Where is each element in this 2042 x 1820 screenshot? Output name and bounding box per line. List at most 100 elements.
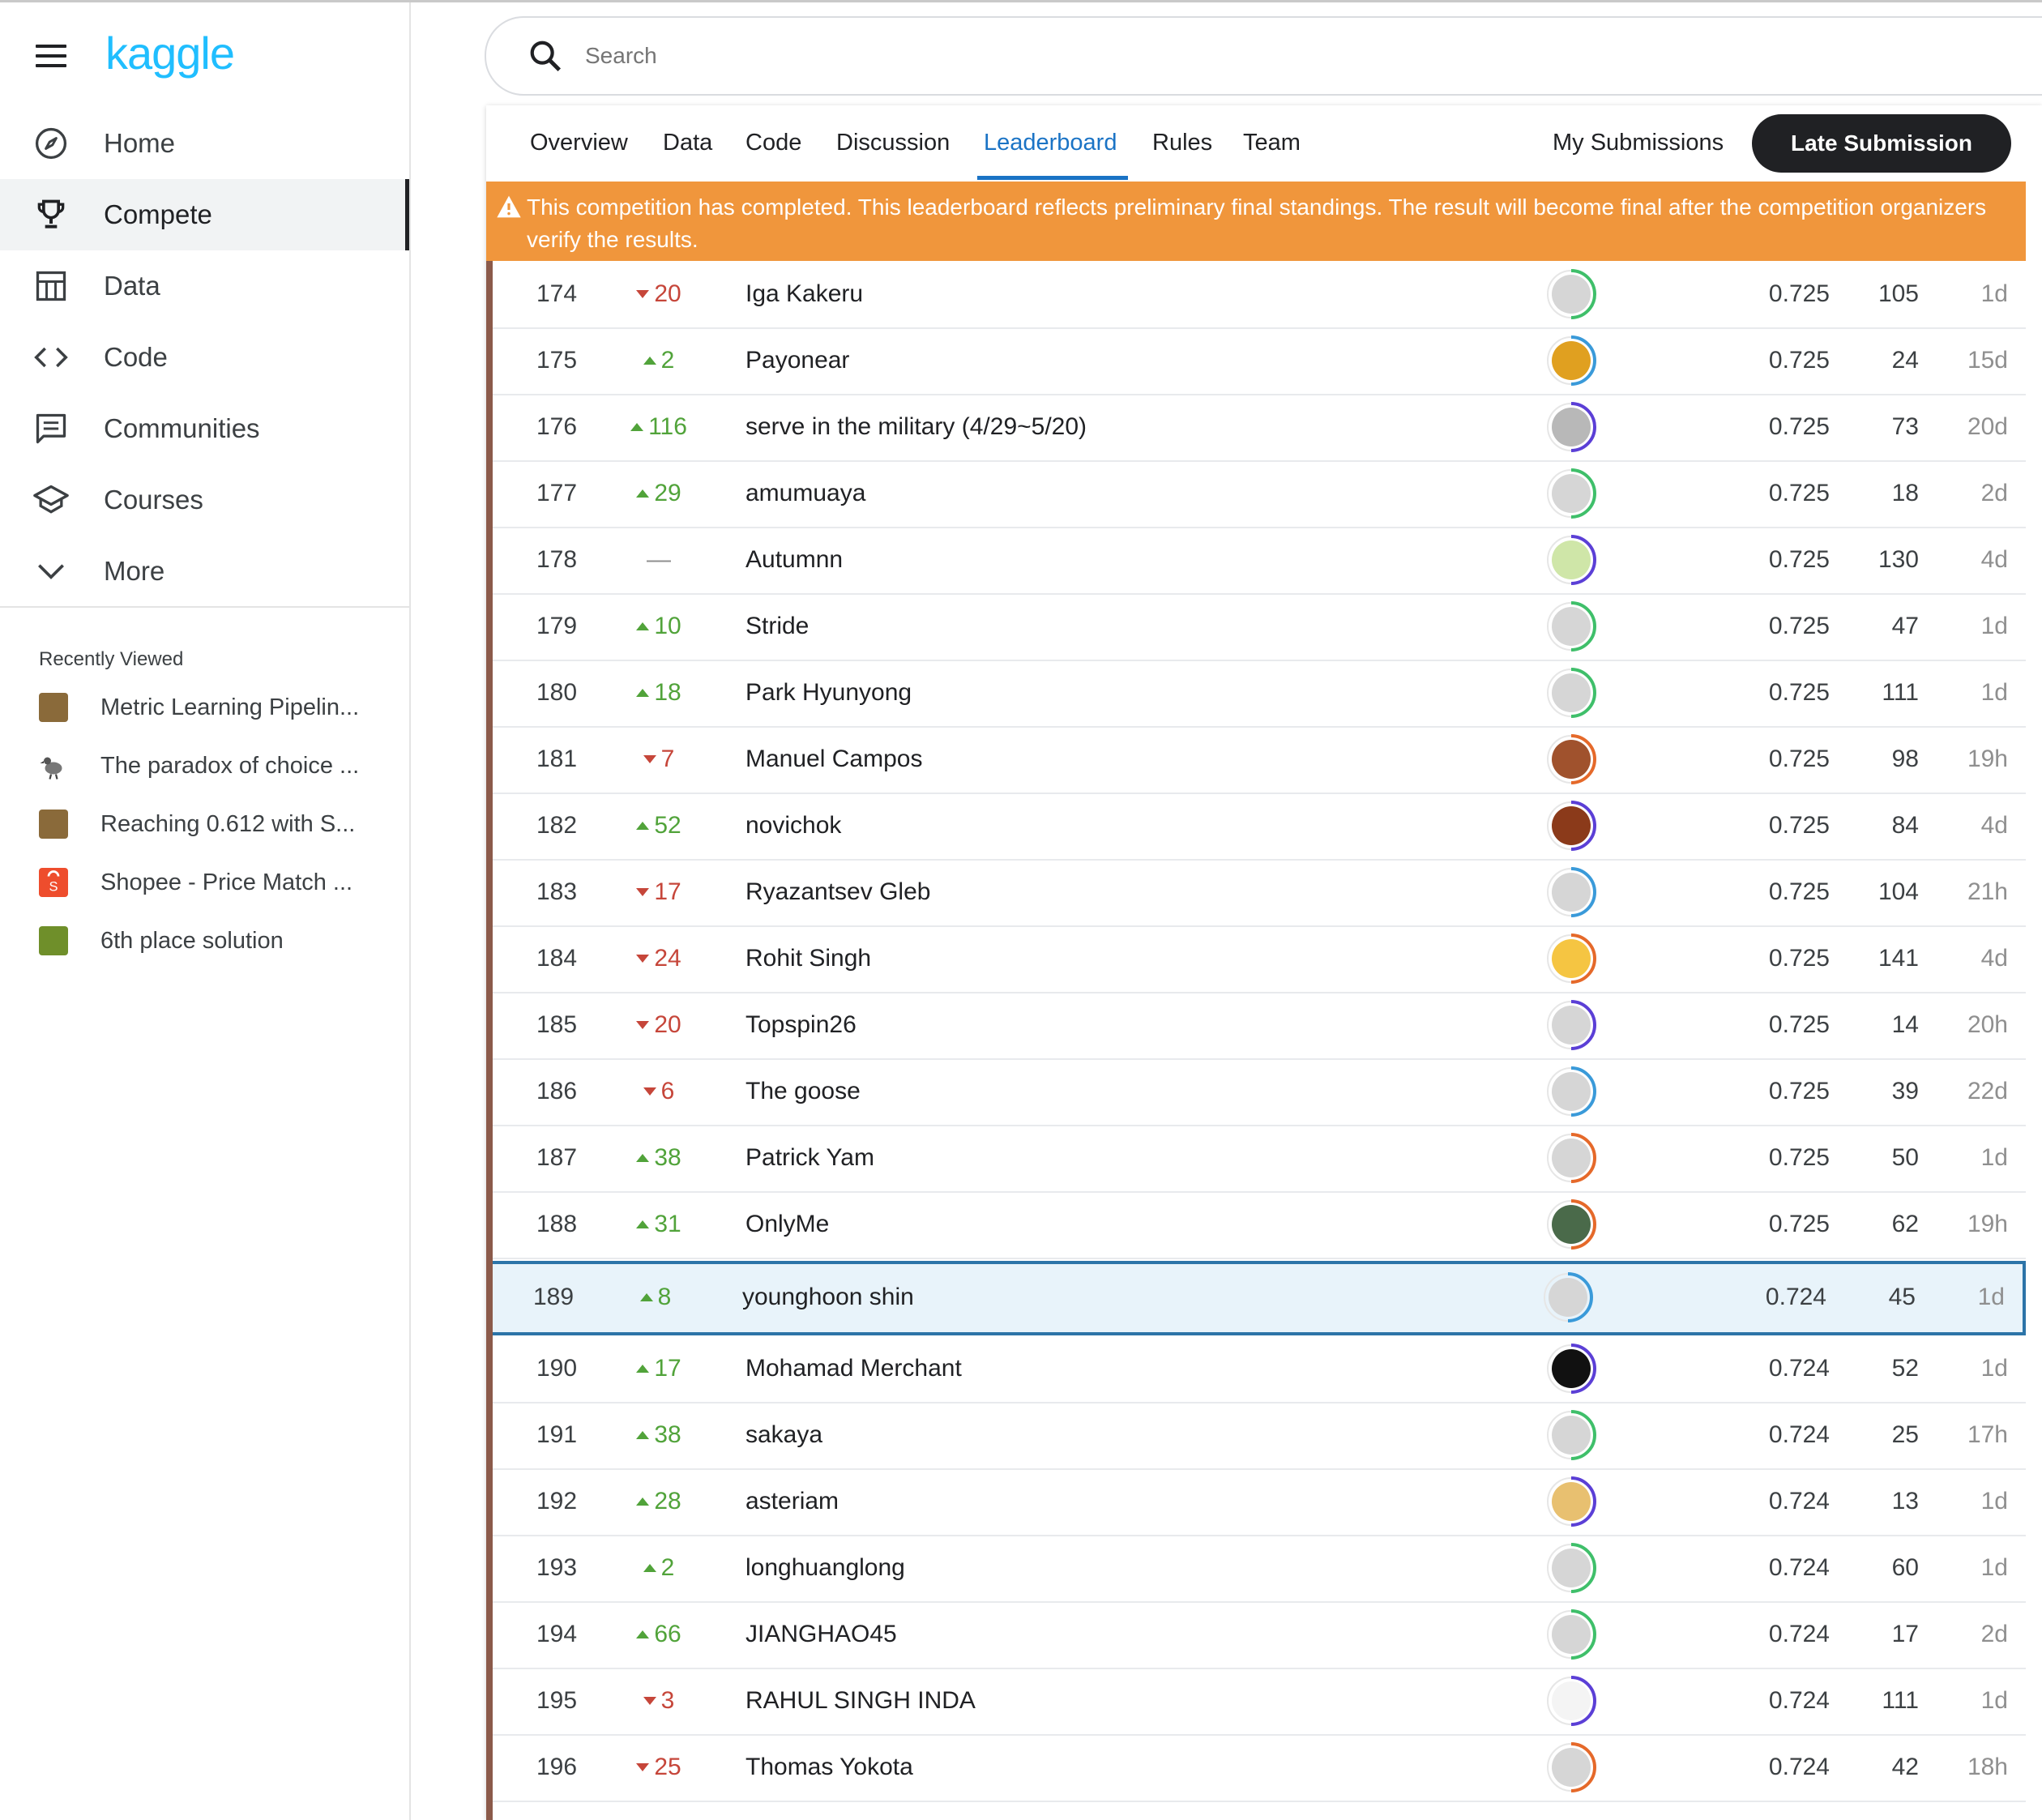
sidebar-item-compete[interactable]: Compete [0,179,409,250]
team-name-cell[interactable]: younghoon shin [742,1264,1472,1331]
sidebar-item-courses[interactable]: Courses [0,464,409,536]
avatar-icon[interactable] [1545,1609,1597,1660]
tab-code[interactable]: Code [745,130,801,156]
avatar-icon[interactable] [1545,268,1597,320]
avatar-icon[interactable] [1545,800,1597,852]
table-row[interactable]: 176 116 serve in the military (4/29~5/20) 0… [493,394,2026,462]
recent-item[interactable]: The paradox of choice ... [0,741,409,790]
table-row[interactable]: 186 6 The goose 0.725 39 22d [493,1058,2026,1126]
table-row[interactable]: 193 2 longhuanglong 0.724 60 1d [493,1535,2026,1603]
team-name-cell[interactable]: Autumnn [745,527,1475,593]
recent-item[interactable]: Reaching 0.612 with S... [0,800,409,848]
table-row[interactable]: 185 20 Topspin26 0.725 14 20h [493,992,2026,1060]
avatar-icon[interactable] [1545,468,1597,519]
recent-item[interactable]: S Shopee - Price Match ... [0,858,409,907]
avatar-icon[interactable] [1545,733,1597,785]
table-row[interactable]: 182 52 novichok 0.725 84 4d [493,793,2026,861]
table-row[interactable]: 179 10 Stride 0.725 47 1d [493,593,2026,661]
team-name-cell[interactable]: Thomas Yokota [745,1734,1475,1801]
team-name-cell[interactable]: RAHUL SINGH INDA [745,1668,1475,1734]
table-row[interactable]: 177 29 amumuaya 0.725 18 2d [493,460,2026,528]
team-name-cell[interactable]: Iga Kakeru [745,261,1475,327]
table-row[interactable]: 192 28 asteriam 0.724 13 1d [493,1468,2026,1536]
avatar-icon[interactable] [1542,1271,1594,1323]
team-name-cell[interactable]: Stride [745,593,1475,660]
table-row[interactable]: 181 7 Manuel Campos 0.725 98 19h [493,726,2026,794]
avatar-icon[interactable] [1545,335,1597,387]
kaggle-logo[interactable]: kaggle [105,27,235,79]
team-name-cell[interactable]: The goose [745,1058,1475,1125]
table-row[interactable]: 195 3 RAHUL SINGH INDA 0.724 111 1d [493,1668,2026,1736]
sidebar-item-data[interactable]: Data [0,250,409,322]
sidebar-item-home[interactable]: Home [0,108,409,179]
tab-data[interactable]: Data [663,130,712,156]
table-row[interactable]: 196 25 Thomas Yokota 0.724 42 18h [493,1734,2026,1802]
table-row[interactable]: 174 20 Iga Kakeru 0.725 105 1d [493,261,2026,329]
table-row[interactable]: 183 17 Ryazantsev Gleb 0.725 104 21h [493,859,2026,927]
sidebar-divider [0,606,409,608]
team-name-cell[interactable]: Mohamad Merchant [745,1335,1475,1402]
avatar-icon[interactable] [1545,667,1597,719]
avatar-icon[interactable] [1545,1198,1597,1250]
tab-discussion[interactable]: Discussion [836,130,950,156]
avatar-icon[interactable] [1545,1409,1597,1461]
last-submission-cell-text: 2d [1980,480,2008,506]
avatar-icon[interactable] [1545,933,1597,985]
team-member-cell [1543,1468,1600,1535]
recent-item[interactable]: Metric Learning Pipelin... [0,683,409,732]
table-row[interactable]: 191 38 sakaya 0.724 25 17h [493,1402,2026,1470]
avatar-icon[interactable] [1545,1343,1597,1395]
team-name-cell[interactable]: OnlyMe [745,1191,1475,1258]
search-input[interactable] [583,42,1316,70]
sidebar-item-more[interactable]: More [0,536,409,607]
team-name-cell[interactable]: novichok [745,793,1475,859]
table-row[interactable]: 188 31 OnlyMe 0.725 62 19h [493,1191,2026,1259]
team-member-cell [1543,1058,1600,1125]
avatar-icon[interactable] [1545,1132,1597,1184]
table-row[interactable]: 175 2 Payonear 0.725 24 15d [493,327,2026,395]
team-name-cell[interactable]: amumuaya [745,460,1475,527]
sidebar-item-code[interactable]: Code [0,322,409,393]
team-name-cell[interactable]: JIANGHAO45 [745,1601,1475,1668]
team-name-cell[interactable]: Rohit Singh [745,925,1475,992]
avatar-icon[interactable] [1545,600,1597,652]
team-name-cell[interactable]: Park Hyunyong [745,660,1475,726]
avatar-icon[interactable] [1545,1542,1597,1594]
rank-cell-text: 194 [536,1621,578,1647]
tab-team[interactable]: Team [1243,130,1301,156]
table-row[interactable]: 194 66 JIANGHAO45 0.724 17 2d [493,1601,2026,1669]
recent-item[interactable]: 6th place solution [0,916,409,965]
team-name-cell[interactable]: serve in the military (4/29~5/20) [745,394,1475,460]
team-name-cell[interactable]: Topspin26 [745,992,1475,1058]
my-submissions-link[interactable]: My Submissions [1553,130,1724,156]
team-name-cell[interactable]: Manuel Campos [745,726,1475,793]
avatar-icon[interactable] [1545,534,1597,586]
late-submission-button[interactable]: Late Submission [1752,114,2011,173]
avatar-icon[interactable] [1545,1675,1597,1727]
search-bar[interactable] [485,16,2042,96]
avatar-icon[interactable] [1545,1476,1597,1527]
table-row-current-user[interactable]: 189 8 younghoon shin 0.724 45 1d [486,1261,2026,1335]
table-row[interactable]: 187 38 Patrick Yam 0.725 50 1d [493,1125,2026,1193]
team-name-cell[interactable]: sakaya [745,1402,1475,1468]
rank-cell-text: 182 [536,812,578,839]
tab-rules[interactable]: Rules [1152,130,1212,156]
table-row[interactable]: 180 18 Park Hyunyong 0.725 111 1d [493,660,2026,728]
tab-overview[interactable]: Overview [530,130,628,156]
avatar-icon[interactable] [1545,1066,1597,1117]
team-name-cell[interactable]: longhuanglong [745,1535,1475,1601]
team-name-cell[interactable]: Patrick Yam [745,1125,1475,1191]
avatar-icon[interactable] [1545,866,1597,918]
team-name-cell[interactable]: Ryazantsev Gleb [745,859,1475,925]
sidebar-item-communities[interactable]: Communities [0,393,409,464]
tab-leaderboard[interactable]: Leaderboard [984,130,1117,156]
hamburger-menu-icon[interactable] [36,45,66,69]
team-name-cell[interactable]: asteriam [745,1468,1475,1535]
table-row[interactable]: 184 24 Rohit Singh 0.725 141 4d [493,925,2026,993]
avatar-icon[interactable] [1545,401,1597,453]
table-row[interactable]: 178 — Autumnn 0.725 130 4d [493,527,2026,595]
table-row[interactable]: 190 17 Mohamad Merchant 0.724 52 1d [493,1335,2026,1403]
team-name-cell[interactable]: Payonear [745,327,1475,394]
avatar-icon[interactable] [1545,999,1597,1051]
avatar-icon[interactable] [1545,1741,1597,1793]
